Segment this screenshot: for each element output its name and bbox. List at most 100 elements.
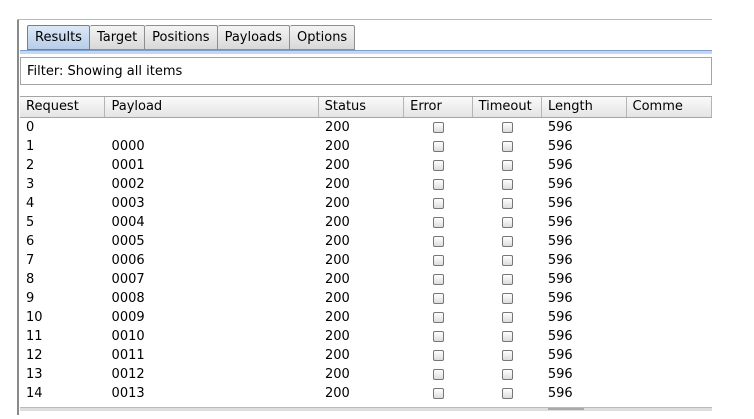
table-row[interactable]: 8 0007 200 596 — [20, 270, 712, 289]
cell-timeout — [473, 156, 542, 175]
timeout-checkbox[interactable] — [501, 312, 513, 323]
column-header-payload[interactable]: Payload — [105, 97, 319, 117]
timeout-checkbox[interactable] — [501, 198, 513, 209]
error-checkbox[interactable] — [433, 350, 445, 361]
table-row[interactable]: 3 0002 200 596 — [20, 175, 712, 194]
cell-comment — [626, 308, 712, 327]
cell-error — [405, 175, 473, 194]
error-checkbox[interactable] — [433, 179, 445, 190]
table-row[interactable]: 14 0013 200 596 — [20, 384, 712, 403]
cell-error — [405, 213, 473, 232]
error-checkbox[interactable] — [433, 255, 445, 266]
error-checkbox[interactable] — [433, 217, 445, 228]
table-row[interactable]: 11 0010 200 596 — [20, 327, 712, 346]
table-row[interactable]: 6 0005 200 596 — [20, 232, 712, 251]
timeout-checkbox[interactable] — [501, 274, 513, 285]
cell-timeout — [473, 365, 542, 384]
cell-timeout — [473, 175, 542, 194]
cell-error — [405, 137, 473, 156]
cell-payload — [106, 118, 319, 137]
error-checkbox[interactable] — [433, 388, 445, 399]
error-checkbox[interactable] — [433, 293, 445, 304]
timeout-checkbox[interactable] — [501, 293, 513, 304]
timeout-checkbox[interactable] — [501, 122, 513, 133]
cell-timeout — [473, 384, 542, 403]
table-row[interactable]: 10 0009 200 596 — [20, 308, 712, 327]
cell-status: 200 — [324, 310, 350, 325]
error-checkbox[interactable] — [433, 274, 445, 285]
cell-request: 2 — [26, 158, 35, 173]
timeout-checkbox[interactable] — [501, 350, 513, 361]
tab-positions[interactable]: Positions — [145, 25, 218, 50]
table-row[interactable]: 5 0004 200 596 — [20, 213, 712, 232]
cell-status: 200 — [324, 253, 350, 268]
cell-timeout — [473, 118, 542, 137]
table-row[interactable]: 13 0012 200 596 — [20, 365, 712, 384]
cell-length: 596 — [547, 291, 573, 306]
error-checkbox[interactable] — [433, 160, 445, 171]
column-header-length[interactable]: Length — [542, 97, 627, 117]
error-checkbox[interactable] — [433, 312, 445, 323]
cell-timeout — [473, 194, 542, 213]
table-row[interactable]: 2 0001 200 596 — [20, 156, 712, 175]
cell-timeout — [473, 137, 542, 156]
timeout-checkbox[interactable] — [501, 236, 513, 247]
error-checkbox[interactable] — [433, 141, 445, 152]
cell-payload: 0013 — [111, 386, 145, 401]
timeout-checkbox[interactable] — [501, 255, 513, 266]
table-row[interactable]: 9 0008 200 596 — [20, 289, 712, 308]
table-row[interactable]: 1 0000 200 596 — [20, 137, 712, 156]
cell-request: 13 — [26, 367, 43, 382]
tab-target[interactable]: Target — [89, 25, 146, 50]
timeout-checkbox[interactable] — [501, 388, 513, 399]
cell-comment — [626, 175, 712, 194]
column-header-timeout[interactable]: Timeout — [473, 97, 542, 117]
column-header-comment[interactable]: Comme — [627, 97, 712, 117]
error-checkbox[interactable] — [433, 236, 445, 247]
timeout-checkbox[interactable] — [501, 369, 513, 380]
column-header-status[interactable]: Status — [319, 97, 405, 117]
cell-length: 596 — [547, 215, 573, 230]
cell-timeout — [473, 308, 542, 327]
scrollbar-thumb[interactable] — [548, 408, 584, 410]
error-checkbox[interactable] — [433, 122, 445, 133]
error-checkbox[interactable] — [433, 331, 445, 342]
cell-status: 200 — [324, 367, 350, 382]
cell-request: 12 — [26, 348, 43, 363]
cell-length: 596 — [547, 348, 573, 363]
panel-left-border — [17, 20, 19, 415]
column-header-error[interactable]: Error — [404, 97, 473, 117]
table-row[interactable]: 7 0006 200 596 — [20, 251, 712, 270]
timeout-checkbox[interactable] — [501, 331, 513, 342]
error-checkbox[interactable] — [433, 369, 445, 380]
cell-comment — [626, 213, 712, 232]
timeout-checkbox[interactable] — [501, 179, 513, 190]
tab-payloads[interactable]: Payloads — [217, 25, 291, 50]
timeout-checkbox[interactable] — [501, 217, 513, 228]
error-checkbox[interactable] — [433, 198, 445, 209]
filter-label: Filter: Showing all items — [27, 63, 183, 79]
timeout-checkbox[interactable] — [501, 160, 513, 171]
tab-results[interactable]: Results — [27, 25, 90, 50]
cell-error — [405, 289, 473, 308]
table-row[interactable]: 0 200 596 — [20, 118, 712, 137]
table-body: 0 200 596 1 0000 200 596 2 0001 200 596 3 0002 200 596… — [20, 118, 712, 403]
filter-bar[interactable]: Filter: Showing all items — [20, 57, 712, 85]
timeout-checkbox[interactable] — [501, 141, 513, 152]
cell-status: 200 — [324, 158, 350, 173]
table-row[interactable]: 4 0003 200 596 — [20, 194, 712, 213]
cell-length: 596 — [547, 367, 573, 382]
cell-comment — [626, 156, 712, 175]
cell-length: 596 — [547, 120, 573, 135]
cell-error — [405, 327, 473, 346]
horizontal-scrollbar[interactable] — [20, 407, 712, 411]
table-row[interactable]: 12 0011 200 596 — [20, 346, 712, 365]
column-header-request[interactable]: Request — [20, 97, 106, 117]
tab-options[interactable]: Options — [290, 25, 356, 50]
cell-length: 596 — [547, 196, 573, 211]
cell-timeout — [473, 213, 542, 232]
cell-payload: 0001 — [111, 158, 145, 173]
tab-bar: Results Target Positions Payloads Option… — [27, 25, 356, 50]
cell-error — [405, 156, 473, 175]
cell-payload: 0011 — [111, 348, 145, 363]
